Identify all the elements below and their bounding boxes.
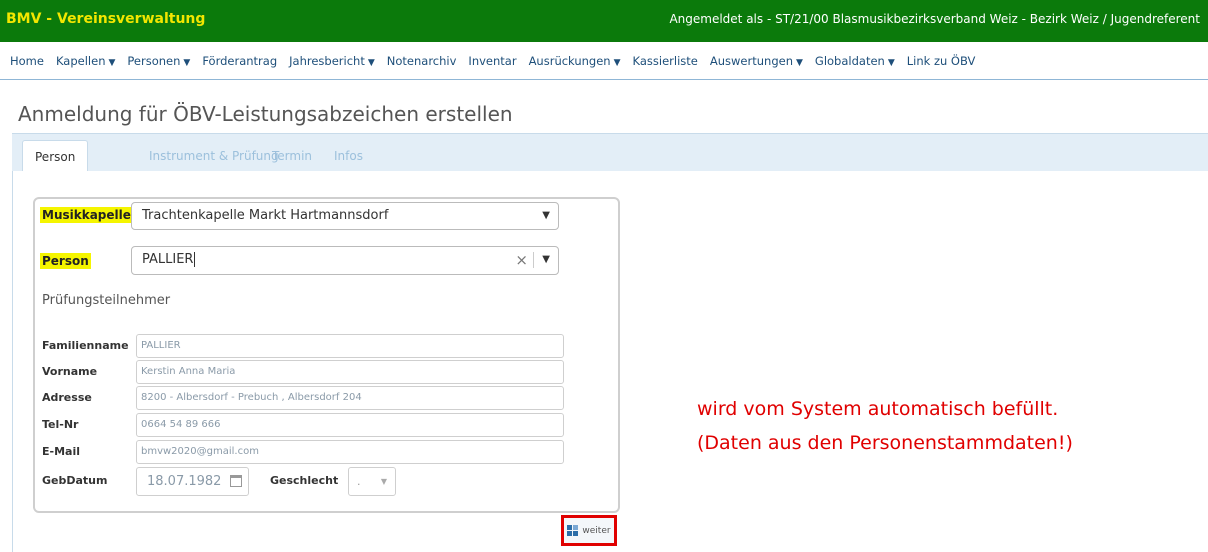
musikkapelle-value: Trachtenkapelle Markt Hartmannsdorf: [142, 208, 389, 223]
nav-item-label: Link zu ÖBV: [906, 54, 976, 68]
main-navigation: Home Kapellen ▼ Personen ▼ Förderantrag Jahres…: [0, 42, 1208, 80]
tab-infos[interactable]: Infos: [322, 140, 375, 172]
weiter-label: weiter: [582, 525, 611, 536]
caret-down-icon: ▼: [108, 58, 116, 68]
vorname-label: Vorname: [42, 365, 98, 378]
login-info: Angemeldet als - ST/21/00 Blasmusikbezir…: [669, 12, 1200, 26]
gebdatum-field: 18.07.1982: [136, 467, 249, 496]
nav-item-home[interactable]: Home: [10, 54, 44, 68]
vorname-field: Kerstin Anna Maria: [136, 360, 564, 384]
tab-strip: Person Instrument & Prüfung Termin Infos: [12, 133, 1208, 172]
nav-item-förderantrag[interactable]: Förderantrag: [202, 54, 277, 68]
nav-item-jahresbericht[interactable]: Jahresbericht ▼: [289, 54, 375, 68]
nav-item-label: Personen: [127, 54, 181, 68]
nav-item-label: Globaldaten: [814, 54, 885, 68]
chevron-down-icon[interactable]: ▼: [542, 247, 550, 273]
nav-item-label: Inventar: [468, 54, 517, 68]
adresse-label: Adresse: [42, 391, 92, 404]
familienname-label: Familienname: [42, 339, 129, 352]
familienname-field: PALLIER: [136, 334, 564, 358]
weiter-button[interactable]: weiter: [561, 515, 617, 546]
nav-item-kapellen[interactable]: Kapellen ▼: [56, 54, 115, 68]
nav-item-label: Notenarchiv: [386, 54, 457, 68]
nav-item-label: Auswertungen: [709, 54, 793, 68]
tab-termin[interactable]: Termin: [260, 140, 324, 172]
select-separator: [533, 252, 534, 268]
chevron-down-icon: ▼: [380, 477, 387, 486]
page-title: Anmeldung für ÖBV-Leistungsabzeichen ers…: [18, 102, 513, 126]
chevron-down-icon: ▼: [542, 210, 550, 221]
nav-list: Home Kapellen ▼ Personen ▼ Förderantrag Jahres…: [0, 42, 1208, 80]
nav-item-inventar[interactable]: Inventar: [468, 54, 516, 68]
caret-down-icon: ▼: [367, 58, 375, 68]
nav-item-label: Ausrückungen: [528, 54, 611, 68]
musikkapelle-label: Musikkapelle: [40, 207, 133, 223]
calendar-icon: [230, 475, 242, 487]
app-title: BMV - Vereinsverwaltung: [6, 11, 206, 27]
telnr-label: Tel-Nr: [42, 418, 79, 431]
geschlecht-value: .: [357, 475, 361, 488]
telnr-field: 0664 54 89 666: [136, 413, 564, 437]
annotation-line-2: (Daten aus den Personenstammdaten!): [697, 432, 1073, 454]
nav-item-label: Kapellen: [55, 54, 106, 68]
annotation-line-1: wird vom System automatisch befüllt.: [697, 398, 1059, 420]
tab-person[interactable]: Person: [22, 140, 89, 172]
nav-item-personen[interactable]: Personen ▼: [127, 54, 190, 68]
gebdatum-label: GebDatum: [42, 474, 108, 487]
section-title: Prüfungsteilnehmer: [42, 293, 171, 308]
nav-item-ausrückungen[interactable]: Ausrückungen ▼: [529, 54, 621, 68]
nav-item-label: Jahresbericht: [289, 54, 365, 68]
caret-down-icon: ▼: [795, 58, 803, 68]
gebdatum-value: 18.07.1982: [147, 474, 222, 489]
nav-item-globaldaten[interactable]: Globaldaten ▼: [815, 54, 895, 68]
grid-icon: [567, 525, 579, 536]
musikkapelle-select[interactable]: Trachtenkapelle Markt Hartmannsdorf ▼: [131, 202, 559, 230]
nav-item-label: Förderantrag: [202, 54, 278, 68]
nav-item-link-zu-öbv[interactable]: Link zu ÖBV: [907, 54, 976, 68]
adresse-field: 8200 - Albersdorf - Prebuch , Albersdorf…: [136, 386, 564, 410]
caret-down-icon: ▼: [887, 58, 895, 68]
clear-icon[interactable]: ×: [515, 247, 528, 273]
person-select[interactable]: PALLIER × ▼: [131, 246, 559, 275]
nav-item-kassierliste[interactable]: Kassierliste: [633, 54, 698, 68]
person-label: Person: [40, 253, 91, 269]
caret-down-icon: ▼: [183, 58, 191, 68]
caret-down-icon: ▼: [613, 58, 621, 68]
email-field: bmvw2020@gmail.com: [136, 440, 564, 464]
top-bar: BMV - Vereinsverwaltung Angemeldet als -…: [0, 0, 1208, 42]
nav-item-auswertungen[interactable]: Auswertungen ▼: [710, 54, 803, 68]
text-cursor: [194, 252, 196, 267]
person-value: PALLIER: [142, 252, 194, 267]
geschlecht-select: . ▼: [348, 467, 396, 496]
geschlecht-label: Geschlecht: [270, 474, 339, 487]
email-label: E-Mail: [42, 445, 80, 458]
nav-item-label: Kassierliste: [632, 54, 698, 68]
nav-item-label: Home: [10, 54, 44, 68]
nav-item-notenarchiv[interactable]: Notenarchiv: [387, 54, 457, 68]
